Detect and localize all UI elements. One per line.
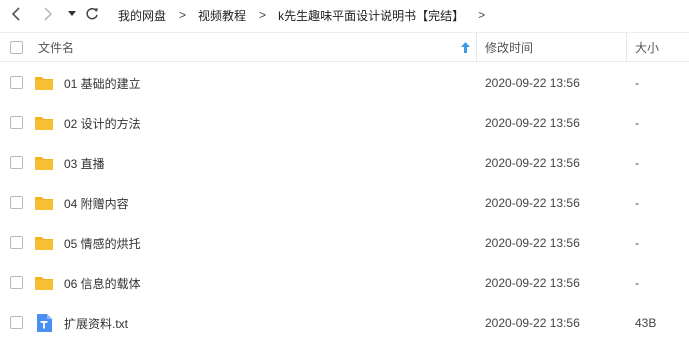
- file-modified: 2020-09-22 13:56: [485, 196, 580, 210]
- file-modified: 2020-09-22 13:56: [485, 116, 580, 130]
- refresh-icon: [86, 7, 98, 20]
- file-modified: 2020-09-22 13:56: [485, 76, 580, 90]
- column-header-name[interactable]: 文件名: [38, 33, 74, 62]
- file-size: -: [635, 156, 639, 170]
- file-row[interactable]: 02 设计的方法 2020-09-22 13:56 -: [0, 103, 689, 143]
- row-checkbox[interactable]: [10, 196, 23, 209]
- file-modified: 2020-09-22 13:56: [485, 156, 580, 170]
- file-name[interactable]: 01 基础的建立: [64, 63, 141, 103]
- file-row[interactable]: 03 直播 2020-09-22 13:56 -: [0, 143, 689, 183]
- breadcrumb-my-drive[interactable]: 我的网盘: [118, 7, 166, 24]
- file-row[interactable]: 05 情感的烘托 2020-09-22 13:56 -: [0, 223, 689, 263]
- file-name[interactable]: 扩展资料.txt: [64, 303, 128, 343]
- breadcrumb: 我的网盘 > 视频教程 > k先生趣味平面设计说明书【完结】 >: [118, 0, 497, 30]
- file-size: -: [635, 196, 639, 210]
- file-size: -: [635, 116, 639, 130]
- row-checkbox[interactable]: [10, 116, 23, 129]
- breadcrumb-separator: >: [179, 8, 187, 22]
- folder-icon: [35, 237, 53, 250]
- file-row[interactable]: 04 附赠内容 2020-09-22 13:56 -: [0, 183, 689, 223]
- folder-icon: [35, 277, 53, 290]
- column-divider[interactable]: [476, 33, 477, 62]
- file-modified: 2020-09-22 13:56: [485, 276, 580, 290]
- file-size: -: [635, 236, 639, 250]
- chevron-left-icon: [11, 7, 20, 21]
- row-checkbox[interactable]: [10, 236, 23, 249]
- file-size: 43B: [635, 316, 657, 330]
- file-modified: 2020-09-22 13:56: [485, 236, 580, 250]
- text-file-icon: [37, 314, 52, 332]
- file-list-header: 文件名 修改时间 大小: [0, 32, 689, 62]
- file-name[interactable]: 06 信息的载体: [64, 263, 141, 303]
- select-all-checkbox[interactable]: [10, 41, 23, 54]
- breadcrumb-separator[interactable]: >: [478, 8, 485, 22]
- column-header-size[interactable]: 大小: [635, 33, 659, 62]
- forward-button[interactable]: [37, 4, 57, 24]
- file-name[interactable]: 03 直播: [64, 143, 105, 183]
- row-checkbox[interactable]: [10, 156, 23, 169]
- column-header-modified[interactable]: 修改时间: [485, 33, 533, 62]
- row-checkbox[interactable]: [10, 276, 23, 289]
- file-name[interactable]: 05 情感的烘托: [64, 223, 141, 263]
- row-checkbox[interactable]: [10, 316, 23, 329]
- file-row[interactable]: 扩展资料.txt 2020-09-22 13:56 43B: [0, 303, 689, 343]
- file-size: -: [635, 276, 639, 290]
- navigation-bar: 我的网盘 > 视频教程 > k先生趣味平面设计说明书【完结】 >: [0, 0, 689, 30]
- file-modified: 2020-09-22 13:56: [485, 316, 580, 330]
- chevron-right-icon: [44, 7, 53, 21]
- breadcrumb-current-folder[interactable]: k先生趣味平面设计说明书【完结】: [278, 7, 464, 24]
- folder-icon: [35, 197, 53, 210]
- column-divider[interactable]: [626, 33, 627, 62]
- breadcrumb-separator: >: [259, 8, 267, 22]
- file-row[interactable]: 01 基础的建立 2020-09-22 13:56 -: [0, 63, 689, 103]
- file-name[interactable]: 02 设计的方法: [64, 103, 141, 143]
- history-dropdown-button[interactable]: [62, 4, 82, 24]
- file-name[interactable]: 04 附赠内容: [64, 183, 129, 223]
- file-size: -: [635, 76, 639, 90]
- row-checkbox[interactable]: [10, 76, 23, 89]
- refresh-button[interactable]: [82, 4, 102, 24]
- folder-icon: [35, 77, 53, 90]
- file-row[interactable]: 06 信息的载体 2020-09-22 13:56 -: [0, 263, 689, 303]
- sort-ascending-icon[interactable]: [461, 42, 470, 53]
- back-button[interactable]: [7, 4, 27, 24]
- folder-icon: [35, 157, 53, 170]
- folder-icon: [35, 117, 53, 130]
- caret-down-icon: [68, 11, 76, 16]
- breadcrumb-video-tutorials[interactable]: 视频教程: [198, 7, 246, 24]
